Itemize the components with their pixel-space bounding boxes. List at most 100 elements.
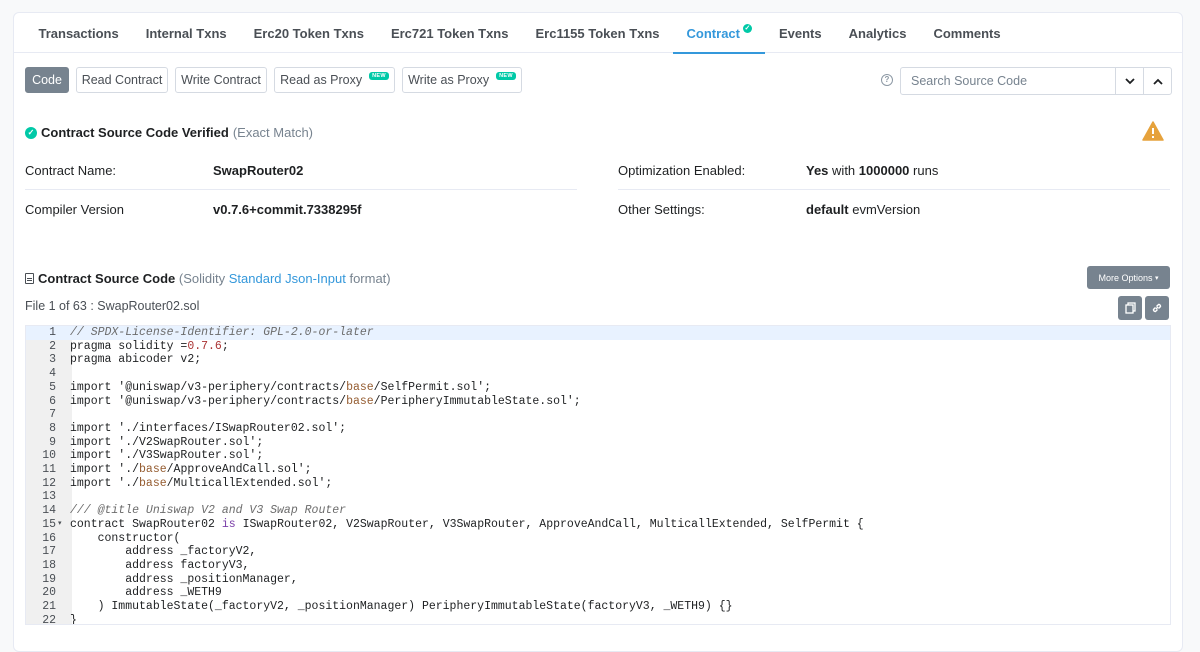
contract-toolbar: Code Read Contract Write Contract Read a… (25, 67, 1172, 95)
caret-down-icon: ▾ (1155, 274, 1159, 282)
code-text: pragma solidity =0.7.6; (70, 339, 229, 353)
tab-comments[interactable]: Comments (920, 13, 1014, 53)
line-number: 1 (49, 326, 56, 339)
fold-toggle-icon[interactable]: ▾ (58, 518, 62, 532)
more-options-button[interactable]: More Options ▾ (1087, 266, 1170, 289)
code-text: import './V2SwapRouter.sol'; (70, 435, 264, 449)
link-icon (1152, 303, 1162, 313)
line-number: 10 (42, 449, 56, 463)
code-text: address _positionManager, (70, 572, 298, 586)
compiler-version-label: Compiler Version (25, 202, 124, 217)
source-code-heading: Contract Source Code (Solidity Standard … (25, 271, 391, 286)
code-text: pragma abicoder v2; (70, 353, 202, 367)
line-number: 14 (42, 504, 56, 518)
code-line: 12 import './base/MulticallExtended.sol'; (26, 477, 1170, 491)
contract-card: Transactions Internal Txns Erc20 Token T… (13, 12, 1183, 652)
search-prev-button[interactable] (1143, 68, 1171, 94)
search-source-input[interactable] (901, 68, 1115, 94)
line-number: 19 (42, 572, 56, 586)
write-as-proxy-button[interactable]: Write as Proxy NEW (402, 67, 522, 93)
copy-button[interactable] (1118, 296, 1142, 320)
code-line: 2 pragma solidity =0.7.6; (26, 340, 1170, 354)
write-contract-button[interactable]: Write Contract (175, 67, 267, 93)
compiler-version-row: Compiler Version v0.7.6+commit.7338295f (25, 190, 577, 229)
file-info: File 1 of 63 : SwapRouter02.sol (25, 299, 200, 313)
line-number: 13 (42, 490, 56, 504)
verified-check-icon: ✓ (25, 126, 37, 139)
code-text: import '@uniswap/v3-periphery/contracts/… (70, 394, 581, 408)
code-line: 10 import './V3SwapRouter.sol'; (26, 449, 1170, 463)
code-line: 7 (26, 408, 1170, 422)
code-text: import './base/MulticallExtended.sol'; (70, 476, 333, 490)
optimization-value: Yes with 1000000 runs (806, 163, 939, 178)
line-number: 22 (42, 613, 56, 625)
code-button[interactable]: Code (25, 67, 69, 93)
file-icon (25, 273, 34, 284)
read-as-proxy-button[interactable]: Read as Proxy NEW (274, 67, 395, 93)
code-line: 20 address _WETH9 (26, 586, 1170, 600)
copy-icon (1124, 302, 1136, 314)
tab-internal-txns[interactable]: Internal Txns (132, 13, 240, 53)
code-text: import '@uniswap/v3-periphery/contracts/… (70, 380, 491, 394)
source-search (900, 67, 1172, 95)
code-line: 17 address _factoryV2, (26, 545, 1170, 559)
code-line: 4 (26, 367, 1170, 381)
read-contract-button[interactable]: Read Contract (76, 67, 168, 93)
compiler-version-value: v0.7.6+commit.7338295f (213, 202, 362, 217)
code-text: import './interfaces/ISwapRouter02.sol'; (70, 421, 347, 435)
new-badge: NEW (496, 72, 516, 80)
line-number: 12 (42, 476, 56, 490)
code-line: 3 pragma abicoder v2; (26, 353, 1170, 367)
line-number: 20 (42, 586, 56, 600)
other-settings-value: default evmVersion (806, 202, 921, 217)
code-text: ) ImmutableState(_factoryV2, _positionMa… (70, 600, 733, 613)
contract-name-value: SwapRouter02 (213, 163, 304, 178)
line-number: 17 (42, 545, 56, 559)
tab-erc20-token-txns[interactable]: Erc20 Token Txns (240, 13, 377, 53)
code-text: address factoryV3, (70, 558, 250, 572)
line-number: 5 (49, 380, 56, 394)
verified-check-icon: ✓ (742, 23, 752, 33)
contract-name-label: Contract Name: (25, 163, 117, 178)
other-settings-label: Other Settings: (618, 202, 705, 217)
tab-erc1155-token-txns[interactable]: Erc1155 Token Txns (522, 13, 673, 53)
tab-events[interactable]: Events (765, 13, 835, 53)
tab-analytics[interactable]: Analytics (835, 13, 920, 53)
code-editor[interactable]: 1 // SPDX-License-Identifier: GPL-2.0-or-… (25, 325, 1171, 625)
code-line: 18 address factoryV3, (26, 559, 1170, 573)
line-number: 11 (42, 463, 56, 476)
standard-json-input-link[interactable]: Standard Json-Input (229, 271, 346, 286)
tab-erc721-token-txns[interactable]: Erc721 Token Txns (377, 13, 522, 53)
line-number: 9 (49, 435, 56, 449)
chevron-up-icon (1152, 78, 1163, 85)
line-number: 15 (42, 517, 56, 531)
line-number: 21 (42, 600, 56, 613)
code-line: 16 constructor( (26, 532, 1170, 546)
tab-contract[interactable]: Contract ✓ (673, 13, 766, 54)
code-line: 8 import './interfaces/ISwapRouter02.sol'… (26, 422, 1170, 436)
other-settings-row: Other Settings: default evmVersion (618, 190, 1170, 229)
code-text: contract SwapRouter02 is ISwapRouter02, … (70, 517, 864, 531)
permalink-button[interactable] (1145, 296, 1169, 320)
search-next-button[interactable] (1115, 68, 1143, 94)
code-text: import './V3SwapRouter.sol'; (70, 449, 264, 463)
match-type: (Exact Match) (232, 125, 314, 140)
contract-name-row: Contract Name: SwapRouter02 (25, 151, 577, 190)
help-icon[interactable]: ? (881, 74, 893, 86)
optimization-label: Optimization Enabled: (618, 163, 746, 178)
code-text: // SPDX-License-Identifier: GPL-2.0-or-l… (70, 326, 374, 339)
code-line: 11 import './base/ApproveAndCall.sol'; (26, 463, 1170, 477)
code-text: /// @title Uniswap V2 and V3 Swap Router (70, 504, 347, 518)
line-number: 16 (42, 531, 56, 545)
warning-icon[interactable] (1142, 121, 1164, 141)
code-line: 15 ▾ contract SwapRouter02 is ISwapRouter0… (26, 518, 1170, 532)
line-number: 6 (49, 394, 56, 408)
chevron-down-icon (1124, 77, 1135, 84)
optimization-row: Optimization Enabled: Yes with 1000000 r… (618, 151, 1170, 190)
tab-transactions[interactable]: Transactions (25, 13, 132, 53)
code-line: 14 /// @title Uniswap V2 and V3 Swap Rout… (26, 504, 1170, 518)
code-text: constructor( (70, 531, 181, 545)
code-text: } (70, 613, 77, 625)
code-line: 22} (26, 613, 1170, 625)
tab-bar: Transactions Internal Txns Erc20 Token T… (14, 13, 1182, 54)
